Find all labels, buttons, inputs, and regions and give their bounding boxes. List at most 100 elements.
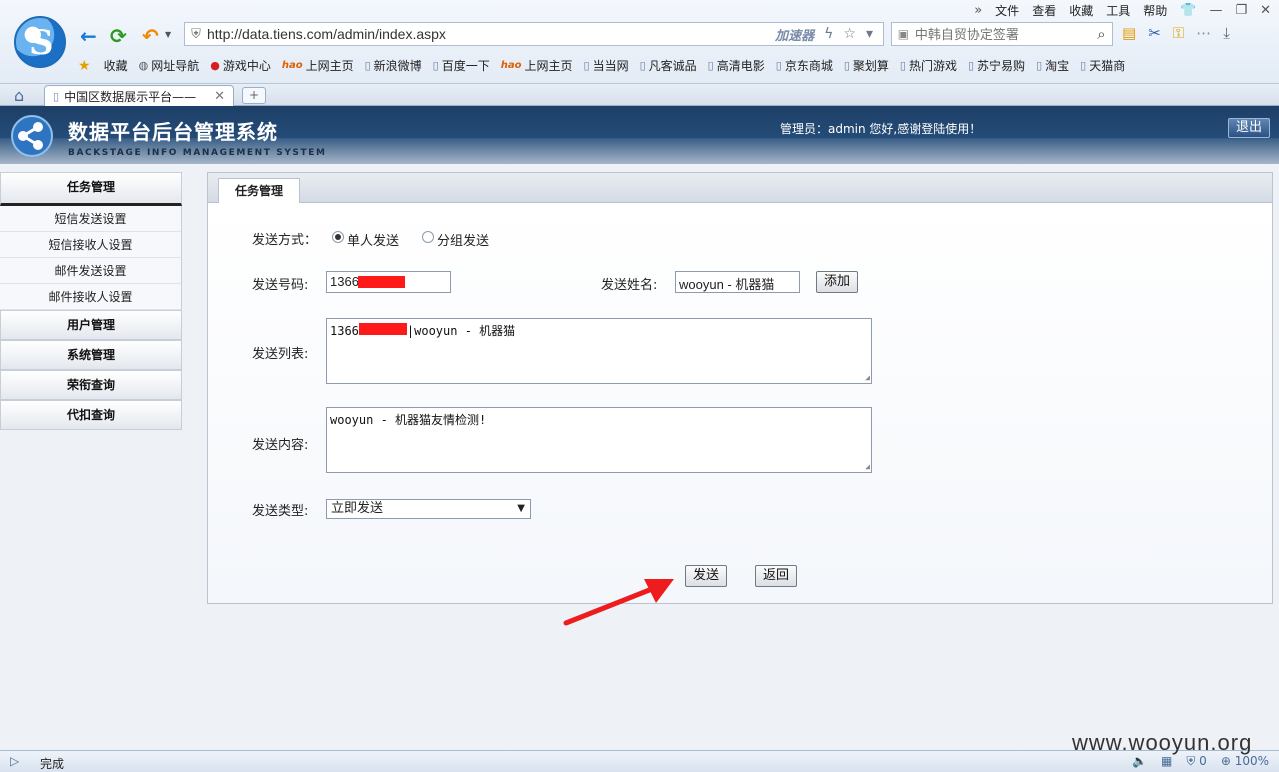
favorite-item[interactable]: hao 上网主页 xyxy=(282,57,361,74)
radio-single-label[interactable]: 单人发送 xyxy=(347,230,399,249)
back-button[interactable]: 返回 xyxy=(755,565,797,587)
number-value: 1366 xyxy=(330,274,359,289)
favorite-label: 游戏中心 xyxy=(222,59,271,73)
content-textarea[interactable]: wooyun - 机器猫友情检测! ◢ xyxy=(326,407,872,473)
favorite-item[interactable]: ▯ 淘宝 xyxy=(1036,57,1076,74)
send-type-select[interactable]: 立即发送 ▼ xyxy=(326,499,531,519)
shield-icon: ⛨ xyxy=(191,26,201,42)
chevron-down-icon[interactable]: ▼ xyxy=(165,30,171,39)
url-text[interactable]: http://data.tiens.com/admin/index.aspx xyxy=(207,26,775,42)
refresh-icon[interactable]: ⟳ xyxy=(110,24,127,48)
resize-grip-icon[interactable]: ◢ xyxy=(865,462,870,471)
menu-help[interactable]: 帮助 xyxy=(1143,2,1167,19)
favorite-item[interactable]: ▯ 苏宁易购 xyxy=(968,57,1032,74)
new-tab-button[interactable]: + xyxy=(242,87,266,104)
menu-file[interactable]: 文件 xyxy=(995,2,1019,19)
scissors-icon[interactable]: ✂ xyxy=(1148,24,1161,42)
address-dropdown-icon[interactable]: ▾ xyxy=(866,26,873,42)
logout-button[interactable]: 退出 xyxy=(1228,118,1270,138)
browser-logo[interactable] xyxy=(14,16,66,68)
status-count: 0 xyxy=(1199,754,1207,768)
favorite-item[interactable]: ▯ 百度一下 xyxy=(433,57,497,74)
favorite-label: 天猫商 xyxy=(1089,59,1126,73)
favorite-label: 京东商城 xyxy=(784,59,833,73)
zoom-icon[interactable]: ⊕ 100% xyxy=(1221,754,1269,769)
menu-favorites[interactable]: 收藏 xyxy=(1069,2,1093,19)
favorite-label: 聚划算 xyxy=(852,59,889,73)
search-icon[interactable]: ⌕ xyxy=(1091,25,1112,43)
home-icon[interactable]: ⌂ xyxy=(14,86,24,105)
hao-icon: hao xyxy=(281,60,303,71)
download-icon[interactable]: ⤓ xyxy=(1223,24,1230,42)
clipboard-icon[interactable]: ▤ xyxy=(1122,24,1136,42)
browser-toolbar: » 文件 查看 收藏 工具 帮助 👕 — ❐ ✕ ← ⟳ ↶ ▼ ⛨ http:… xyxy=(0,0,1279,84)
favorite-item[interactable]: ▯ 京东商城 xyxy=(776,57,840,74)
star-icon[interactable]: ☆ xyxy=(843,26,856,42)
favorite-item[interactable]: hao 上网主页 xyxy=(501,57,580,74)
favorite-item[interactable]: ▯ 凡客诚品 xyxy=(640,57,704,74)
sidebar-group[interactable]: 系统管理 xyxy=(0,340,182,370)
tab-label: 中国区数据展示平台—— xyxy=(64,89,197,104)
more-icon[interactable]: ⋯ xyxy=(1196,24,1211,42)
chevron-right-icon[interactable]: » xyxy=(974,3,982,18)
redaction-mark xyxy=(358,276,405,288)
sidebar-item[interactable]: 短信发送设置 xyxy=(0,206,182,232)
search-box[interactable]: ▣ ⌕ xyxy=(891,22,1113,46)
send-button[interactable]: 发送 xyxy=(685,565,727,587)
favorite-label: 上网主页 xyxy=(524,59,573,73)
radio-group-label[interactable]: 分组发送 xyxy=(437,230,489,249)
list-value-prefix: 1366 xyxy=(330,324,359,338)
favorite-item[interactable]: ● 游戏中心 xyxy=(210,57,278,74)
skin-icon[interactable]: 👕 xyxy=(1180,3,1196,18)
sidebar-group[interactable]: 荣衔查询 xyxy=(0,370,182,400)
search-engine-icon[interactable]: ▣ xyxy=(892,27,915,41)
sidebar-group[interactable]: 用户管理 xyxy=(0,310,182,340)
sidebar-item[interactable]: 短信接收人设置 xyxy=(0,232,182,258)
close-icon[interactable]: ✕ xyxy=(1260,3,1271,18)
add-button[interactable]: 添加 xyxy=(816,271,858,293)
page-icon: ▯ xyxy=(53,89,60,103)
favorite-item[interactable]: ▯ 聚划算 xyxy=(844,57,896,74)
sidebar-item[interactable]: 邮件发送设置 xyxy=(0,258,182,284)
resize-grip-icon[interactable]: ◢ xyxy=(865,373,870,382)
menu-tools[interactable]: 工具 xyxy=(1106,2,1130,19)
send-list-textarea[interactable]: 1366 |wooyun - 机器猫 ◢ xyxy=(326,318,872,384)
name-input[interactable]: wooyun - 机器猫 xyxy=(675,271,800,293)
back-arrow-icon[interactable]: ← xyxy=(80,24,97,48)
favorite-item[interactable]: ▯ 新浪微博 xyxy=(365,57,429,74)
radio-group[interactable] xyxy=(422,231,434,243)
favorite-item[interactable]: ▯ 热门游戏 xyxy=(900,57,964,74)
key-icon[interactable]: ⚿ xyxy=(1173,24,1184,42)
shield-status-icon[interactable]: ⛨ 0 xyxy=(1186,754,1206,769)
hao-icon: hao xyxy=(500,60,522,71)
radio-single[interactable] xyxy=(332,231,344,243)
favorite-item[interactable]: ★ 收藏 xyxy=(78,57,135,74)
favorite-item[interactable]: ▯ 当当网 xyxy=(584,57,636,74)
favorite-item[interactable]: ◍ 网址导航 xyxy=(139,57,207,74)
speaker-icon[interactable]: 🔈 xyxy=(1132,754,1147,769)
status-text: 完成 xyxy=(40,757,65,771)
favorite-item[interactable]: ▯ 天猫商 xyxy=(1080,57,1132,74)
star-icon: ★ xyxy=(78,57,91,74)
minimize-icon[interactable]: — xyxy=(1209,3,1222,18)
menu-view[interactable]: 查看 xyxy=(1032,2,1056,19)
restore-icon[interactable]: ❐ xyxy=(1235,3,1247,18)
sidebar-group[interactable]: 代扣查询 xyxy=(0,400,182,430)
page-status-icon: ▷ xyxy=(10,754,20,768)
sidebar-group[interactable]: 任务管理 xyxy=(0,172,182,206)
search-input[interactable] xyxy=(914,26,1091,42)
type-label: 发送类型: xyxy=(252,504,309,519)
toolbox-icon[interactable]: ▦ xyxy=(1161,754,1172,769)
tab-task-management[interactable]: 任务管理 xyxy=(218,178,300,204)
favorite-item[interactable]: ▯ 高清电影 xyxy=(708,57,772,74)
address-bar[interactable]: ⛨ http://data.tiens.com/admin/index.aspx… xyxy=(184,22,884,46)
tab-active[interactable]: ▯ 中国区数据展示平台—— ✕ xyxy=(44,85,234,106)
accelerator-label[interactable]: 加速器 xyxy=(775,25,814,44)
favorite-label: 热门游戏 xyxy=(908,59,957,73)
tab-bar: ⌂ ▯ 中国区数据展示平台—— ✕ + xyxy=(0,84,1279,106)
undo-icon[interactable]: ↶ xyxy=(142,24,159,48)
sidebar-item[interactable]: 邮件接收人设置 xyxy=(0,284,182,310)
page-icon: ▯ xyxy=(899,59,906,72)
tab-close-icon[interactable]: ✕ xyxy=(214,89,225,104)
lightning-icon[interactable]: ϟ xyxy=(824,26,833,42)
